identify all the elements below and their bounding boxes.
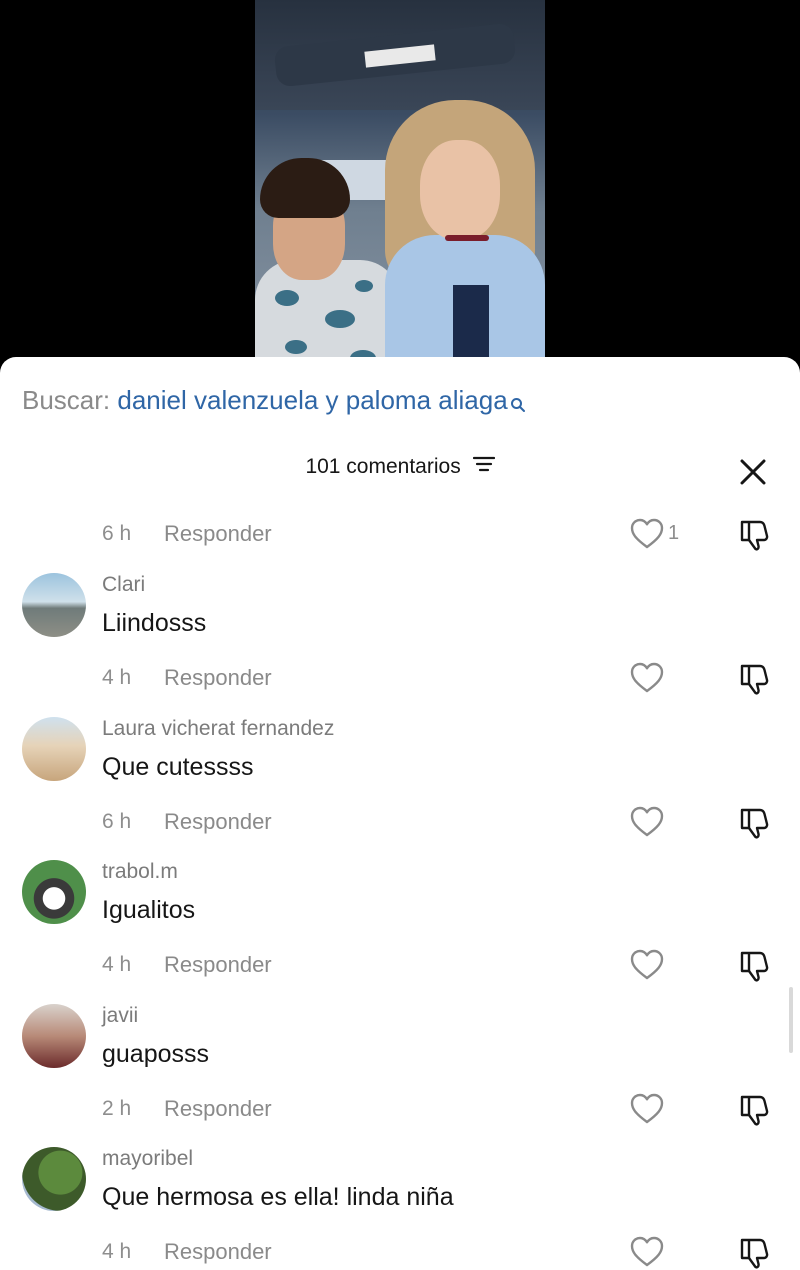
comment-item: trabol.m Igualitos [0, 860, 800, 950]
heart-icon [630, 662, 664, 693]
search-suggestion[interactable]: Buscar: daniel valenzuela y paloma aliag… [22, 385, 526, 420]
comment-meta-row: 2 h Responder [0, 1093, 800, 1129]
comment-text: Que cutessss [102, 753, 254, 781]
thumbs-down-icon [740, 664, 769, 695]
comment-item: Clari Liindosss [0, 573, 800, 663]
comment-meta-row: 4 h Responder [0, 1236, 800, 1270]
comment-username[interactable]: Laura vicherat fernandez [102, 717, 334, 741]
comment-meta-row: 4 h Responder [0, 662, 800, 698]
like-button[interactable] [630, 949, 664, 981]
like-button[interactable] [630, 662, 664, 694]
thumbs-down-icon [740, 808, 769, 839]
dislike-button[interactable] [738, 662, 772, 696]
reply-button[interactable]: Responder [164, 809, 272, 835]
comment-time: 4 h [102, 666, 132, 689]
dislike-button[interactable] [738, 1093, 772, 1127]
avatar[interactable] [22, 717, 86, 781]
comment-text: Liindosss [102, 609, 207, 637]
reply-button[interactable]: Responder [164, 521, 272, 547]
comment-time: 6 h [102, 810, 132, 833]
like-button[interactable] [630, 806, 664, 838]
close-button[interactable] [736, 455, 770, 489]
thumbs-down-icon [740, 520, 769, 551]
comment-text: guaposss [102, 1040, 210, 1068]
comment-item: mayoribel Que hermosa es ella! linda niñ… [0, 1147, 800, 1237]
heart-icon [630, 518, 664, 549]
comment-item: Laura vicherat fernandez Que cutessss [0, 717, 800, 807]
reply-button[interactable]: Responder [164, 1096, 272, 1122]
close-icon [740, 459, 766, 485]
comment-time: 2 h [102, 1097, 132, 1120]
person-man [255, 150, 400, 380]
reply-button[interactable]: Responder [164, 952, 272, 978]
comment-meta-row: 4 h Responder [0, 949, 800, 985]
like-button[interactable] [630, 1236, 664, 1268]
dislike-button[interactable] [738, 949, 772, 983]
necklace [445, 235, 489, 241]
comment-username[interactable]: mayoribel [102, 1147, 193, 1171]
avatar[interactable] [22, 860, 86, 924]
comment-time: 4 h [102, 953, 132, 976]
reply-button[interactable]: Responder [164, 1239, 272, 1265]
comments-sheet: Buscar: daniel valenzuela y paloma aliag… [0, 357, 800, 1270]
avatar[interactable] [22, 1147, 86, 1211]
comment-username[interactable]: trabol.m [102, 860, 178, 884]
filter-icon[interactable] [472, 455, 495, 479]
heart-icon [630, 949, 664, 980]
search-icon [510, 389, 526, 420]
comment-time: 4 h [102, 1240, 132, 1263]
comment-meta-row: 6 h Responder [0, 806, 800, 842]
heart-icon [630, 1093, 664, 1124]
like-button[interactable] [630, 1093, 664, 1125]
comments-header: 101 comentarios [0, 455, 800, 479]
dislike-button[interactable] [738, 1236, 772, 1270]
like-count: 1 [668, 522, 680, 544]
scrollbar[interactable] [789, 987, 793, 1053]
comment-meta-row: 6 h Responder 1 [0, 518, 800, 554]
heart-icon [630, 806, 664, 837]
like-button[interactable] [630, 518, 664, 550]
comment-item: javii guaposss [0, 1004, 800, 1094]
thumbs-down-icon [740, 1095, 769, 1126]
comment-text: Que hermosa es ella! linda niña [102, 1183, 454, 1211]
comment-text: Igualitos [102, 896, 196, 924]
comment-username[interactable]: Clari [102, 573, 145, 597]
reply-button[interactable]: Responder [164, 665, 272, 691]
person-woman [385, 95, 545, 380]
heart-icon [630, 1236, 664, 1267]
video-preview[interactable] [255, 0, 545, 380]
avatar[interactable] [22, 1004, 86, 1068]
dislike-button[interactable] [738, 806, 772, 840]
avatar[interactable] [22, 573, 86, 637]
comment-username[interactable]: javii [102, 1004, 138, 1028]
comments-count-title: 101 comentarios [305, 455, 461, 478]
hair [260, 158, 350, 218]
search-prefix: Buscar: [22, 385, 111, 415]
search-query-link[interactable]: daniel valenzuela y paloma aliaga [117, 385, 507, 415]
thumbs-down-icon [740, 1238, 769, 1269]
dislike-button[interactable] [738, 518, 772, 552]
face [420, 140, 500, 240]
thumbs-down-icon [740, 951, 769, 982]
comment-time: 6 h [102, 522, 132, 545]
